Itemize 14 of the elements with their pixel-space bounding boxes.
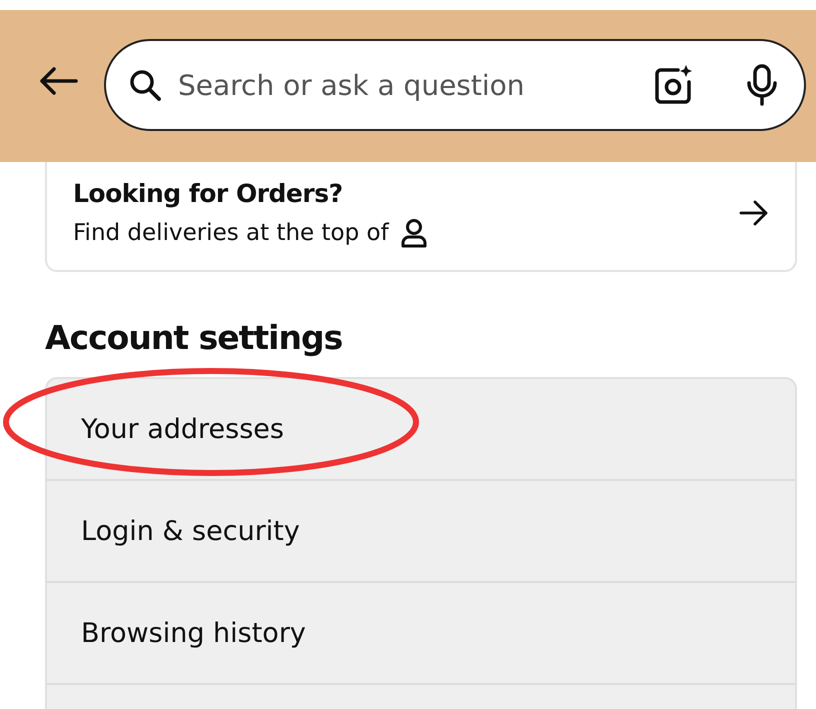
card-subtitle: Find deliveries at the top of	[73, 220, 389, 246]
card-title: Looking for Orders?	[73, 178, 344, 208]
microphone-icon[interactable]	[746, 64, 778, 106]
arrow-right-icon	[739, 200, 769, 226]
search-icon	[128, 68, 162, 102]
section-title: Account settings	[45, 318, 344, 357]
settings-item[interactable]: Your addresses	[81, 414, 284, 444]
back-arrow-icon[interactable]	[38, 66, 78, 96]
settings-item[interactable]: Login & security	[81, 516, 300, 546]
person-icon	[400, 218, 427, 248]
orders-card[interactable]: Looking for Orders? Find deliveries at the top of	[45, 162, 797, 272]
search-field[interactable]: Search or ask a question	[176, 68, 638, 102]
search-bar[interactable]: Search or ask a question	[104, 39, 806, 131]
settings-item[interactable]: Browsing history	[81, 618, 306, 648]
